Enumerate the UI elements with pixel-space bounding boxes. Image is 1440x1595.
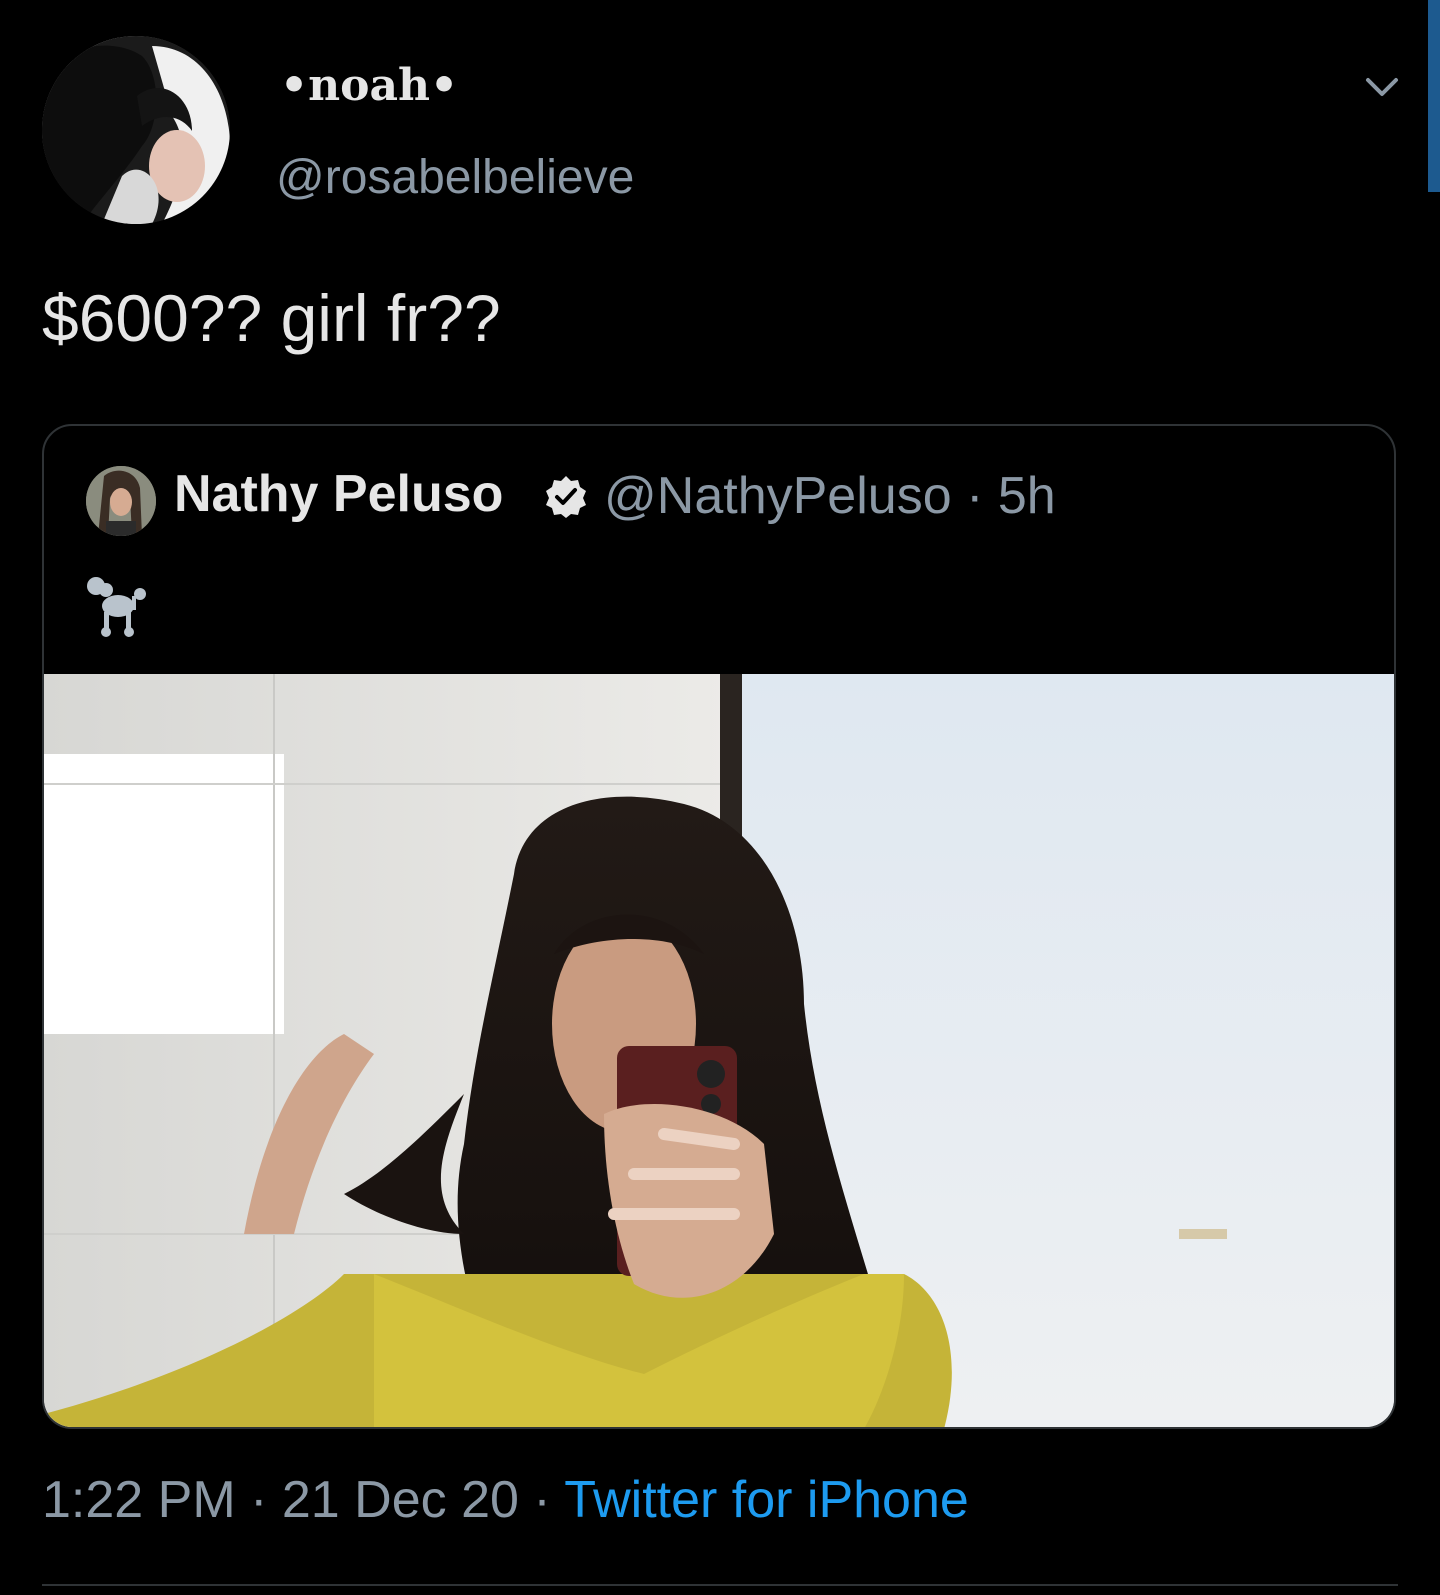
tweet-source-link[interactable]: Twitter for iPhone [564,1471,969,1529]
verified-badge-icon [546,476,586,518]
photo-image [44,674,1394,1427]
scrollbar[interactable] [1428,0,1440,192]
quoted-avatar-image [86,466,156,536]
tweet-detail-page: •noah• @rosabelbelieve $600?? girl fr?? … [0,0,1440,1595]
author-display-name[interactable]: •noah• [280,60,458,111]
chevron-down-icon[interactable] [1362,72,1402,102]
quoted-author-name[interactable]: Nathy Peluso [174,464,503,524]
tweet-metadata: 1:22 PM · 21 Dec 20 · Twitter for iPhone [42,1470,969,1530]
avatar-image [42,36,230,224]
quoted-author-avatar[interactable] [86,466,156,536]
tweet-text: $600?? girl fr?? [42,281,501,355]
divider [42,1584,1398,1586]
poodle-icon [87,577,146,637]
quoted-tweet-card[interactable]: Nathy Peluso @NathyPeluso · 5h [42,424,1396,1429]
author-handle[interactable]: @rosabelbelieve [276,150,634,205]
tweet-timestamp: 1:22 PM · 21 Dec 20 · [42,1471,565,1529]
quoted-tweet-photo[interactable] [44,674,1394,1427]
quoted-author-handle[interactable]: @NathyPeluso · 5h [604,466,1056,526]
author-avatar[interactable] [42,36,230,224]
